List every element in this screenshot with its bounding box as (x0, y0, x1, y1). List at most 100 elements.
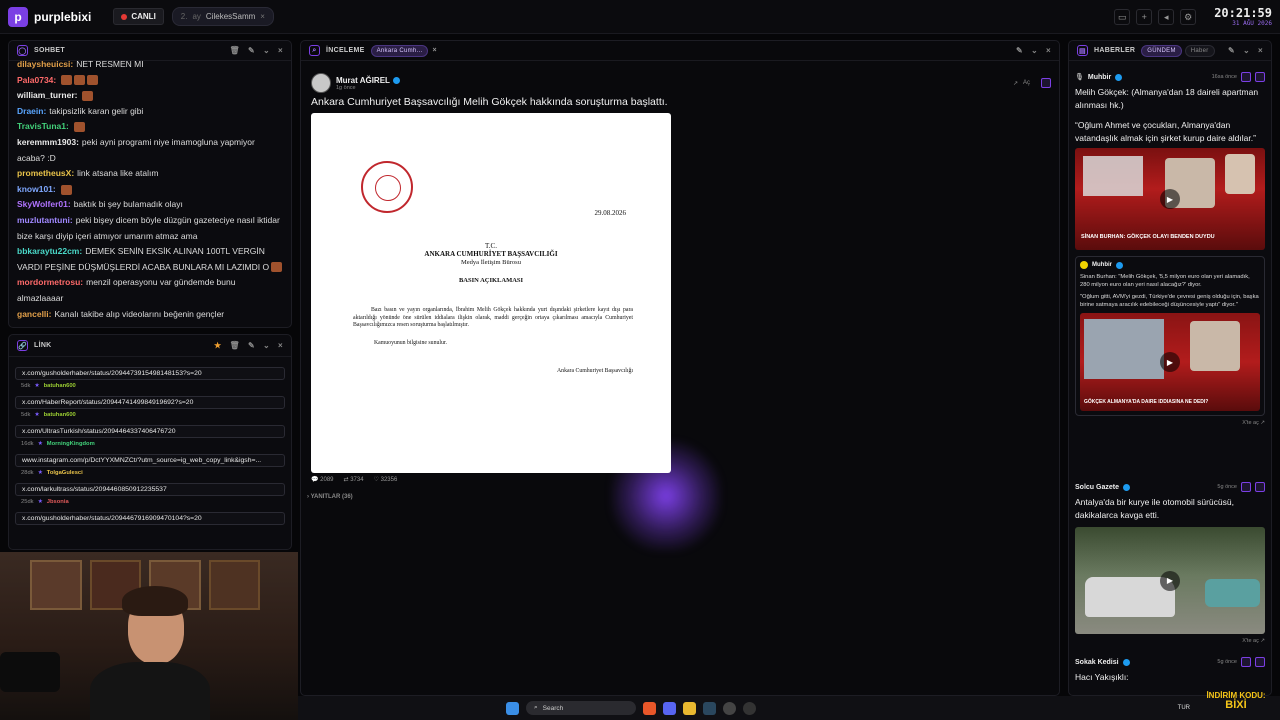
edit-icon[interactable]: ✎ (248, 341, 255, 350)
close-icon[interactable]: × (260, 12, 265, 21)
taskbar-search[interactable]: ⌕ Search (526, 701, 636, 715)
link-url[interactable]: x.com/UltrasTurkish/status/2094464337406… (15, 425, 285, 438)
save-icon[interactable] (1241, 72, 1251, 82)
brave-browser-icon[interactable] (643, 701, 656, 715)
chevron-down-icon[interactable]: ⌄ (1031, 46, 1038, 55)
folder-icon[interactable] (683, 701, 696, 715)
link-item[interactable]: x.com/larkultrass/status/209446085091223… (15, 483, 285, 508)
pin-icon[interactable] (1255, 72, 1265, 82)
open-in-x-link[interactable]: X'te aç ↗ (1075, 420, 1265, 426)
pin-icon[interactable] (1255, 657, 1265, 667)
live-badge[interactable]: CANLI (113, 8, 164, 25)
tag-close-icon[interactable]: × (432, 47, 436, 54)
news-item[interactable]: Solcu Gazete 5g önce Antalya'da bir kury… (1075, 482, 1265, 644)
likes-stat[interactable]: ♡ 32356 (374, 476, 398, 483)
news-video-thumbnail[interactable]: ▶ SİNAN BURHAN: GÖKÇEK OLAYI BENDEN DUYD… (1075, 148, 1265, 250)
link-item[interactable]: x.com/gusholderhaber/status/209447391549… (15, 367, 285, 392)
close-icon[interactable]: × (278, 46, 283, 55)
chat-username[interactable]: know101: (17, 184, 56, 194)
chat-username[interactable]: Draein: (17, 106, 46, 116)
chat-username[interactable]: Pala0734: (17, 75, 56, 85)
steam-icon[interactable] (703, 701, 716, 715)
quoted-video-thumbnail[interactable]: ▶ GÖKÇEK ALMANYA'DA DAIRE IDDIASINA NE D… (1080, 313, 1260, 411)
edit-icon[interactable]: ✎ (1228, 46, 1235, 55)
chat-username[interactable]: muzlutantuni: (17, 215, 73, 225)
link-url[interactable]: x.com/larkultrass/status/209446085091223… (15, 483, 285, 496)
link-item[interactable]: x.com/UltrasTurkish/status/2094464337406… (15, 425, 285, 450)
chat-text: Kanalı takibe alıp videolarını beğenin g… (54, 308, 225, 319)
save-icon[interactable] (1241, 482, 1251, 492)
link-url[interactable]: www.instagram.com/p/DctYYXMNZCt/?utm_sou… (15, 454, 285, 467)
link-url[interactable]: x.com/HaberReport/status/209447414998491… (15, 396, 285, 409)
news-source[interactable]: Muhbir (1088, 74, 1111, 81)
close-icon[interactable]: × (278, 341, 283, 350)
link-user[interactable]: Jbsonia (47, 499, 69, 505)
link-user[interactable]: batuhan600 (44, 383, 76, 389)
edit-icon[interactable]: ✎ (1016, 46, 1023, 55)
chevron-down-icon[interactable]: ⌄ (263, 341, 270, 350)
news-source[interactable]: Solcu Gazete (1075, 484, 1119, 491)
play-icon[interactable]: ▶ (1160, 189, 1180, 209)
quoted-source[interactable]: Muhbir (1092, 262, 1112, 268)
chat-username[interactable]: keremmm1903: (17, 137, 79, 147)
edit-icon[interactable]: ✎ (248, 46, 255, 55)
obs-icon[interactable] (723, 701, 736, 715)
news-video-thumbnail[interactable]: ▶ (1075, 527, 1265, 634)
pin-icon[interactable] (1041, 78, 1051, 88)
discord-icon[interactable] (663, 701, 676, 715)
link-user[interactable]: TolgaGulesci (47, 470, 83, 476)
chat-username[interactable]: prometheusX: (17, 168, 74, 178)
close-icon[interactable]: × (1046, 46, 1051, 55)
external-link-icon[interactable]: ↗ (1013, 80, 1018, 87)
chat-username[interactable]: SkyWolfer01: (17, 199, 71, 209)
chat-username[interactable]: gancelli: (17, 309, 51, 319)
tab-haber[interactable]: Haber (1184, 44, 1215, 57)
volume-icon[interactable]: ◂ (1158, 9, 1175, 25)
news-item[interactable]: Sokak Kedisi 5g önce Hacı Yakışıklı: (1075, 657, 1265, 684)
open-label[interactable]: Aç (1023, 80, 1030, 86)
chat-text: NET RESMEN MI (76, 59, 144, 69)
avatar[interactable] (311, 73, 331, 93)
chat-controls: 🗑 ✎ ⌄ × (230, 46, 283, 55)
trash-icon[interactable]: 🗑 (230, 341, 240, 350)
link-user[interactable]: MorningKingdom (47, 441, 95, 447)
news-item[interactable]: 🎙 Muhbir 16sa önce Melih Gökçek: (Almany… (1075, 72, 1265, 426)
settings-icon[interactable]: ⚙ (1180, 9, 1197, 25)
play-icon[interactable]: ▶ (1160, 352, 1180, 372)
chat-username[interactable]: bbkaraytu22cm: (17, 246, 82, 256)
link-url[interactable]: x.com/gusholderhaber/status/209446791690… (15, 512, 285, 525)
chat-username[interactable]: dilaysheuicsi: (17, 59, 73, 69)
record-icon[interactable] (743, 701, 756, 715)
pin-icon[interactable] (1255, 482, 1265, 492)
chevron-down-icon[interactable]: ⌄ (1243, 46, 1250, 55)
save-icon[interactable] (1241, 657, 1251, 667)
star-icon[interactable]: ★ (214, 341, 221, 350)
review-tag[interactable]: Ankara Cumh... (370, 44, 429, 57)
add-icon[interactable]: + (1136, 9, 1153, 25)
link-item[interactable]: www.instagram.com/p/DctYYXMNZCt/?utm_sou… (15, 454, 285, 479)
retweets-stat[interactable]: ⇄ 3734 (344, 476, 364, 483)
tweet-author[interactable]: Murat AĞIREL (336, 76, 390, 85)
close-icon[interactable]: × (1258, 46, 1263, 55)
press-release-image[interactable]: 29.08.2026 T.C. ANKARA CUMHURİYET BAŞSAV… (311, 113, 671, 473)
channel-pill[interactable]: 2. ay CilekesSamm × (171, 7, 274, 26)
quoted-tweet[interactable]: Muhbir Sinan Burhan: "Melih Gökçek, '5,5… (1075, 256, 1265, 416)
chevron-down-icon[interactable]: ⌄ (263, 46, 270, 55)
chat-username[interactable]: TravisTuna1: (17, 121, 69, 131)
trash-icon[interactable]: 🗑 (230, 46, 240, 55)
chat-username[interactable]: william_turner: (17, 90, 77, 100)
open-in-x-link[interactable]: X'te aç ↗ (1075, 638, 1265, 644)
news-source[interactable]: Sokak Kedisi (1075, 659, 1119, 666)
windows-start-icon[interactable] (506, 701, 519, 715)
replies-stat[interactable]: 💬 2089 (311, 476, 334, 483)
chat-username[interactable]: mordormetrosu: (17, 277, 83, 287)
link-item[interactable]: x.com/HaberReport/status/209447414998491… (15, 396, 285, 421)
link-user[interactable]: batuhan600 (44, 412, 76, 418)
play-icon[interactable]: ▶ (1160, 570, 1180, 591)
layout-icon[interactable]: ▭ (1114, 9, 1131, 25)
link-url[interactable]: x.com/gusholderhaber/status/209447391549… (15, 367, 285, 380)
link-item[interactable]: x.com/gusholderhaber/status/209446791690… (15, 512, 285, 525)
tab-gundem[interactable]: GÜNDEM (1141, 44, 1182, 57)
replies-toggle[interactable]: › YANITLAR (36) (307, 494, 353, 500)
language-indicator[interactable]: TUR (1178, 705, 1190, 711)
